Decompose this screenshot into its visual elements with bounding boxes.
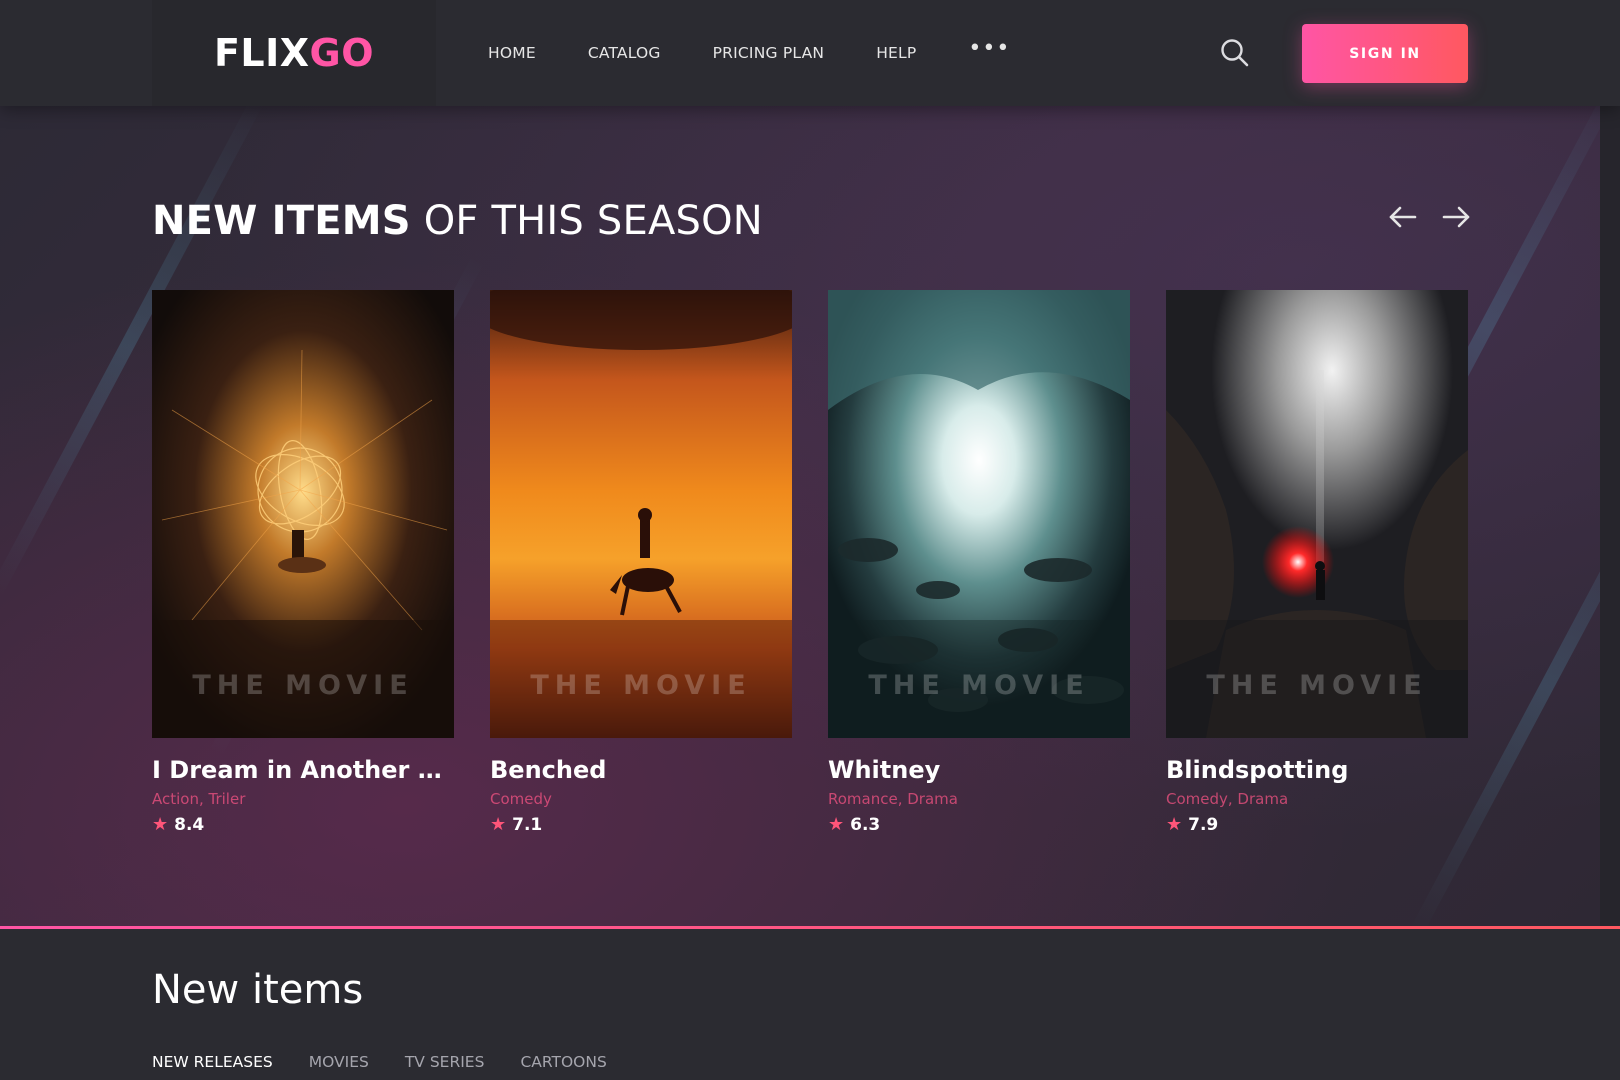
movie-poster[interactable]: THE MOVIE: [152, 290, 454, 738]
movie-genre[interactable]: Romance, Drama: [828, 790, 1130, 808]
header: FLIXGO HOME CATALOG PRICING PLAN HELP ••…: [0, 0, 1620, 106]
tab-new-releases[interactable]: NEW RELEASES: [152, 1053, 273, 1071]
movie-rating: ★ 8.4: [152, 814, 454, 835]
section-title: New items: [152, 967, 364, 1013]
movie-genre[interactable]: Comedy, Drama: [1166, 790, 1468, 808]
page-edge: [1600, 106, 1620, 928]
poster-watermark: THE MOVIE: [530, 670, 752, 701]
movie-card[interactable]: THE MOVIE Whitney Romance, Drama ★ 6.3: [828, 290, 1130, 835]
movie-card[interactable]: THE MOVIE Benched Comedy ★ 7.1: [490, 290, 792, 835]
movie-genre[interactable]: Action, Triler: [152, 790, 454, 808]
movie-rating: ★ 7.9: [1166, 814, 1468, 835]
tab-cartoons[interactable]: CARTOONS: [520, 1053, 606, 1071]
movie-title[interactable]: Blindspotting: [1166, 756, 1468, 784]
new-items-section: New items NEW RELEASES MOVIES TV SERIES …: [0, 929, 1620, 1080]
rating-value: 7.1: [512, 814, 543, 835]
hero-section: NEW ITEMS OF THIS SEASON THE MOVIE I Dre…: [0, 106, 1620, 928]
rating-value: 6.3: [850, 814, 881, 835]
star-icon: ★: [490, 814, 507, 835]
logo-text-flix: FLIX: [213, 31, 310, 75]
nav-pricing-plan[interactable]: PRICING PLAN: [713, 44, 825, 62]
movie-rating: ★ 6.3: [828, 814, 1130, 835]
movie-rating: ★ 7.1: [490, 814, 792, 835]
tab-tv-series[interactable]: TV SERIES: [405, 1053, 485, 1071]
poster-watermark: THE MOVIE: [868, 670, 1090, 701]
content-tabs: NEW RELEASES MOVIES TV SERIES CARTOONS: [152, 1053, 643, 1071]
star-icon: ★: [828, 814, 845, 835]
hero-title-bold: NEW ITEMS: [152, 198, 411, 244]
movie-title[interactable]: I Dream in Another Lan...: [152, 756, 454, 784]
main-nav: HOME CATALOG PRICING PLAN HELP •••: [488, 0, 1010, 106]
movie-card[interactable]: THE MOVIE Blindspotting Comedy, Drama ★ …: [1166, 290, 1468, 835]
more-menu-icon[interactable]: •••: [968, 38, 1010, 60]
movie-title[interactable]: Benched: [490, 756, 792, 784]
movie-poster[interactable]: THE MOVIE: [490, 290, 792, 738]
hero-title-light: OF THIS SEASON: [423, 198, 763, 244]
sign-in-button[interactable]: SIGN IN: [1302, 24, 1468, 83]
movie-title[interactable]: Whitney: [828, 756, 1130, 784]
poster-watermark: THE MOVIE: [1206, 670, 1428, 701]
rating-value: 7.9: [1188, 814, 1219, 835]
hero-title: NEW ITEMS OF THIS SEASON: [152, 198, 763, 244]
arrow-left-icon[interactable]: [1385, 202, 1421, 232]
arrow-right-icon[interactable]: [1438, 202, 1474, 232]
tab-movies[interactable]: MOVIES: [309, 1053, 369, 1071]
nav-home[interactable]: HOME: [488, 44, 536, 62]
nav-help[interactable]: HELP: [876, 44, 916, 62]
movie-poster[interactable]: THE MOVIE: [828, 290, 1130, 738]
carousel: THE MOVIE I Dream in Another Lan... Acti…: [152, 290, 1470, 850]
logo-text-go: GO: [309, 31, 375, 75]
star-icon: ★: [152, 814, 169, 835]
logo[interactable]: FLIXGO: [152, 0, 436, 106]
nav-catalog[interactable]: CATALOG: [588, 44, 661, 62]
movie-card[interactable]: THE MOVIE I Dream in Another Lan... Acti…: [152, 290, 454, 835]
rating-value: 8.4: [174, 814, 205, 835]
movie-poster[interactable]: THE MOVIE: [1166, 290, 1468, 738]
movie-genre[interactable]: Comedy: [490, 790, 792, 808]
star-icon: ★: [1166, 814, 1183, 835]
poster-watermark: THE MOVIE: [192, 670, 414, 701]
search-icon[interactable]: [1218, 36, 1252, 70]
